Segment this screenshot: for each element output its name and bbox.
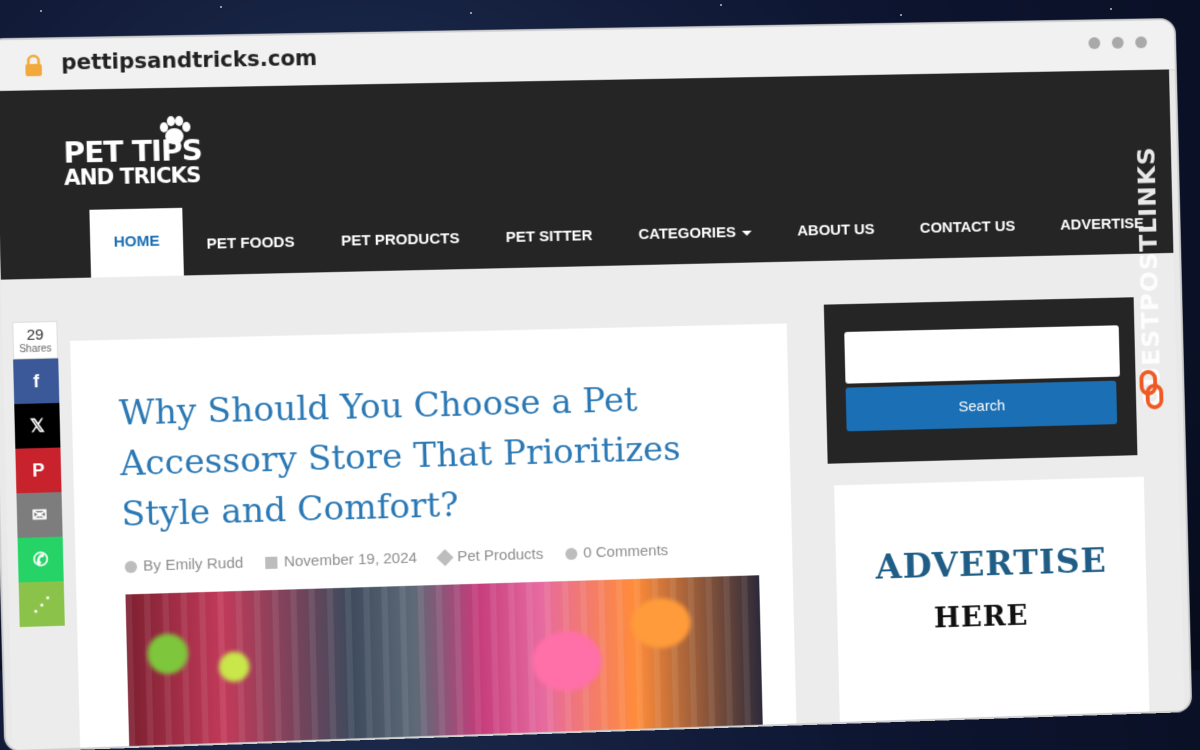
ad-subline: HERE bbox=[933, 598, 1029, 635]
site-header: PET TIPS AND TRICKS HOME PET FOODS PET P… bbox=[0, 69, 1174, 280]
website: PET TIPS AND TRICKS HOME PET FOODS PET P… bbox=[0, 69, 1185, 750]
article-featured-image bbox=[125, 575, 764, 750]
search-input[interactable] bbox=[844, 325, 1120, 384]
window-dot[interactable] bbox=[1111, 36, 1124, 49]
category-link[interactable]: Pet Products bbox=[457, 546, 544, 566]
share-bar: 29 Shares f 𝕏 P ✉ ✆ ⋰ bbox=[12, 320, 65, 628]
meta-author: By Emily Rudd bbox=[124, 555, 244, 576]
pinterest-share-button[interactable]: P bbox=[15, 447, 62, 494]
site-logo[interactable]: PET TIPS AND TRICKS bbox=[63, 115, 203, 191]
nav-pet-products[interactable]: PET PRODUCTS bbox=[318, 230, 484, 273]
nav-pet-sitter[interactable]: PET SITTER bbox=[482, 227, 616, 269]
share-icon: ⋰ bbox=[32, 593, 52, 614]
article-card: Why Should You Choose a Pet Accessory St… bbox=[70, 323, 797, 750]
post-date: November 19, 2024 bbox=[283, 549, 418, 571]
window-dot[interactable] bbox=[1135, 36, 1148, 49]
whatsapp-share-button[interactable]: ✆ bbox=[17, 536, 64, 583]
lock-icon bbox=[25, 53, 43, 77]
meta-category: Pet Products bbox=[436, 546, 544, 566]
paw-icon bbox=[159, 115, 191, 145]
email-share-button[interactable]: ✉ bbox=[16, 492, 63, 538]
share-count-number: 29 bbox=[26, 326, 44, 344]
chain-link-icon bbox=[1137, 370, 1165, 410]
image-detail bbox=[630, 597, 692, 650]
email-icon: ✉ bbox=[31, 504, 48, 525]
nav-categories[interactable]: CATEGORIES bbox=[615, 223, 775, 265]
window-controls bbox=[1088, 36, 1148, 50]
pinterest-icon: P bbox=[32, 459, 45, 481]
whatsapp-icon: ✆ bbox=[32, 548, 49, 570]
window-dot[interactable] bbox=[1088, 37, 1101, 50]
meta-date: November 19, 2024 bbox=[265, 549, 417, 571]
nav-pet-foods[interactable]: PET FOODS bbox=[183, 233, 319, 275]
facebook-share-button[interactable]: f bbox=[13, 358, 60, 405]
browser-window: pettipsandtricks.com PET TIPS AND TRICKS… bbox=[0, 0, 1199, 750]
caret-down-icon bbox=[741, 230, 752, 236]
tag-icon bbox=[436, 548, 454, 566]
ad-headline: ADVERTISE bbox=[875, 541, 1108, 588]
article-meta: By Emily Rudd November 19, 2024 Pet Prod… bbox=[124, 542, 668, 576]
nav-contact-us[interactable]: CONTACT US bbox=[897, 217, 1038, 259]
x-share-button[interactable]: 𝕏 bbox=[14, 402, 61, 449]
image-detail bbox=[146, 632, 189, 675]
author-link[interactable]: By Emily Rudd bbox=[143, 555, 244, 575]
user-icon bbox=[124, 560, 138, 573]
image-detail bbox=[218, 651, 250, 683]
url-text[interactable]: pettipsandtricks.com bbox=[61, 46, 318, 75]
x-icon: 𝕏 bbox=[29, 414, 46, 436]
nav-home[interactable]: HOME bbox=[89, 207, 184, 278]
sidebar-search-widget: Search bbox=[823, 297, 1138, 464]
comments-link[interactable]: 0 Comments bbox=[583, 542, 668, 561]
nav-categories-label: CATEGORIES bbox=[638, 223, 737, 244]
facebook-icon: f bbox=[32, 370, 40, 391]
logo-line2: AND TRICKS bbox=[63, 163, 201, 191]
main-nav: HOME PET FOODS PET PRODUCTS PET SITTER C… bbox=[89, 188, 1167, 278]
meta-comments: 0 Comments bbox=[565, 542, 668, 562]
comment-icon bbox=[565, 547, 578, 560]
watermark-text: GUESTPOSTLINKS bbox=[1131, 145, 1166, 409]
search-button[interactable]: Search bbox=[845, 380, 1118, 432]
share-count-label: Shares bbox=[19, 343, 52, 356]
share-button[interactable]: ⋰ bbox=[18, 581, 65, 628]
image-detail bbox=[531, 630, 603, 693]
browser-frame: pettipsandtricks.com PET TIPS AND TRICKS… bbox=[0, 20, 1191, 750]
calendar-icon bbox=[265, 556, 278, 569]
article-title[interactable]: Why Should You Choose a Pet Accessory St… bbox=[118, 372, 755, 540]
nav-about-us[interactable]: ABOUT US bbox=[774, 220, 898, 262]
advertise-banner[interactable]: ADVERTISE HERE bbox=[834, 476, 1150, 724]
share-count: 29 Shares bbox=[12, 320, 59, 360]
